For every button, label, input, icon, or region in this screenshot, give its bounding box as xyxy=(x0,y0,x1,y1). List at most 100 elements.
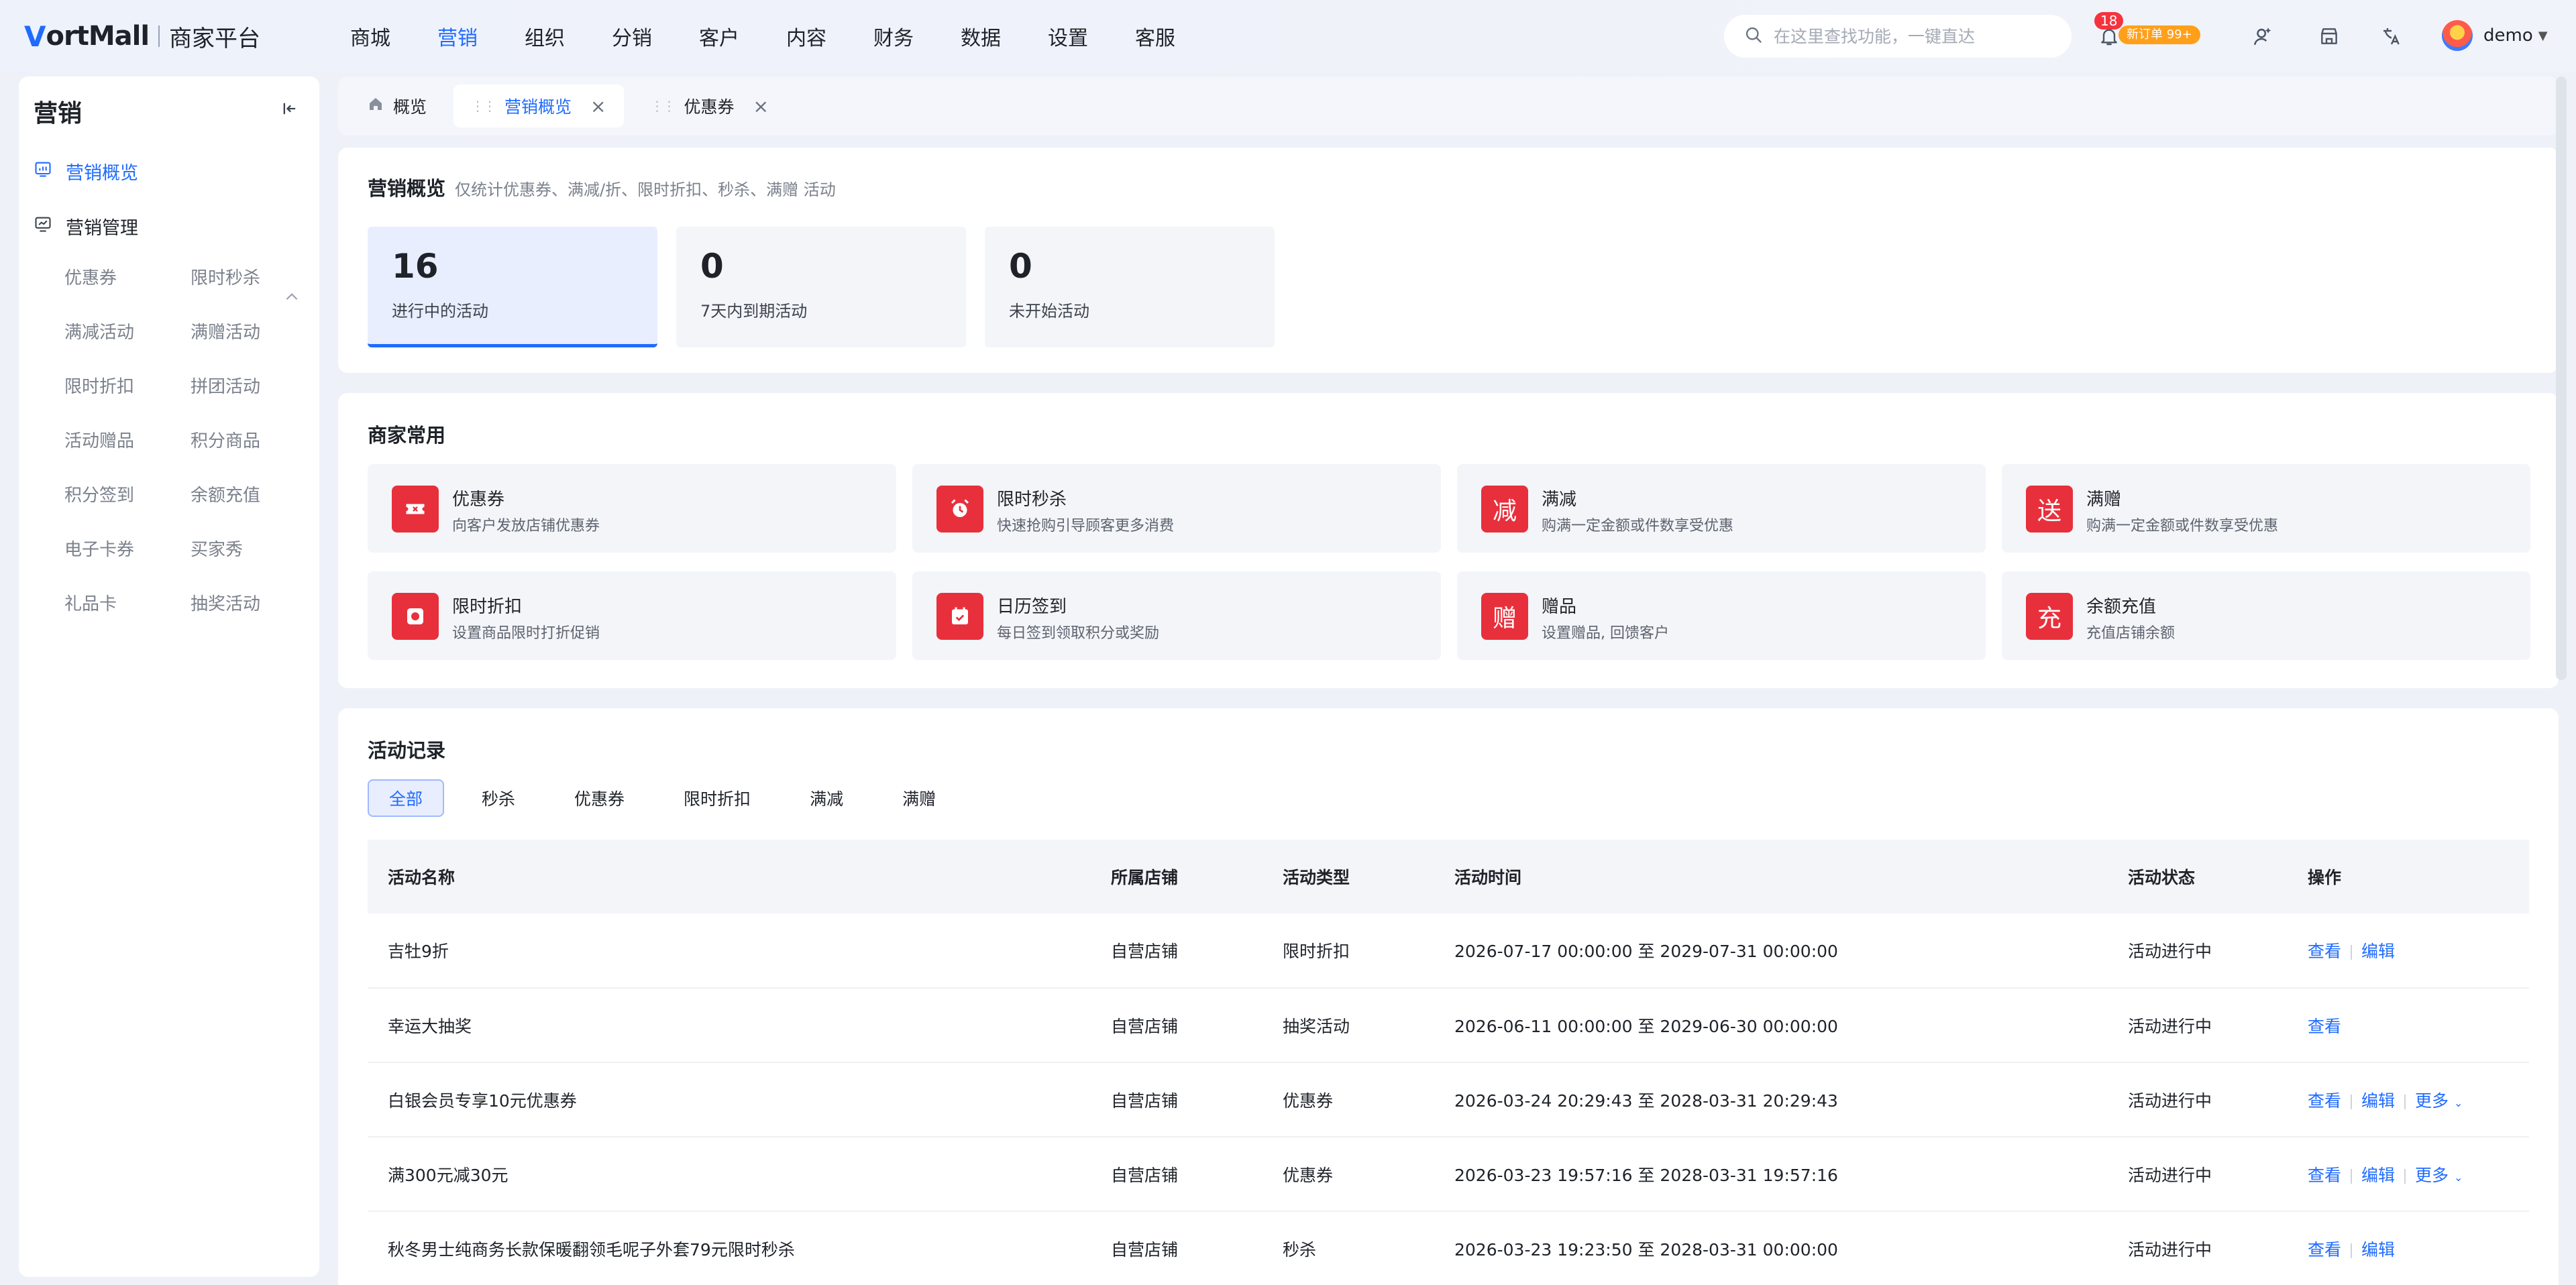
drag-handle-icon[interactable]: ⋮⋮ xyxy=(471,98,496,114)
nav-item-finance[interactable]: 财务 xyxy=(873,21,961,51)
brand-logo[interactable]: V ortMall 商家平台 xyxy=(24,20,319,53)
sidebar-item-label: 营销管理 xyxy=(66,218,138,239)
tool-name: 满减 xyxy=(1542,490,1577,510)
column-header-status: 活动状态 xyxy=(2108,840,2288,913)
sidebar-subitem-full-reduction[interactable]: 满减活动 xyxy=(64,319,134,343)
filter-all[interactable]: 全部 xyxy=(368,779,445,817)
page-scrollbar[interactable] xyxy=(2556,76,2567,680)
sidebar-subitem-event-gifts[interactable]: 活动赠品 xyxy=(64,427,134,452)
close-icon[interactable]: × xyxy=(753,95,769,117)
filter-flash-sale[interactable]: 秒杀 xyxy=(460,779,537,817)
cell-status: 活动进行中 xyxy=(2108,1137,2288,1212)
sidebar-group-marketing-management[interactable]: 营销管理 xyxy=(34,213,138,239)
search-input[interactable] xyxy=(1774,26,2042,46)
stat-expiring[interactable]: 0 7天内到期活动 xyxy=(676,227,966,347)
notification-count-badge[interactable]: 18 xyxy=(2094,12,2124,30)
cell-activity-name: 吉牡9折 xyxy=(368,913,1091,989)
sidebar-subitem-points-checkin[interactable]: 积分签到 xyxy=(64,482,134,506)
overview-subtitle: 仅统计优惠券、满减/折、限时折扣、秒杀、满赠 活动 xyxy=(455,180,836,199)
sidebar-subitem-balance-recharge[interactable]: 余额充值 xyxy=(191,482,260,506)
cell-activity-name: 秋冬男士纯商务长款保暖翻领毛呢子外套79元限时秒杀 xyxy=(368,1211,1091,1285)
collapse-sidebar-icon[interactable] xyxy=(280,99,299,121)
stat-not-started[interactable]: 0 未开始活动 xyxy=(985,227,1275,347)
sidebar-item-marketing-overview[interactable]: 营销概览 xyxy=(34,158,138,184)
cell-type: 秒杀 xyxy=(1263,1211,1434,1285)
nav-item-mall[interactable]: 商城 xyxy=(350,21,437,51)
gift-icon: 赠 xyxy=(1481,593,1528,640)
nav-item-organization[interactable]: 组织 xyxy=(525,21,612,51)
translate-icon[interactable] xyxy=(2378,23,2405,50)
sidebar-subitem-e-voucher[interactable]: 电子卡券 xyxy=(64,536,134,561)
sidebar-subitem-group-buy[interactable]: 拼团活动 xyxy=(191,373,260,398)
tab-label: 营销概览 xyxy=(504,97,572,117)
sidebar-subitem-gift-card[interactable]: 礼品卡 xyxy=(64,590,117,615)
nav-item-data[interactable]: 数据 xyxy=(961,21,1048,51)
sidebar-subitem-full-gift[interactable]: 满赠活动 xyxy=(191,319,260,343)
view-link[interactable]: 查看 xyxy=(2308,1017,2341,1036)
filter-coupon[interactable]: 优惠券 xyxy=(553,779,646,817)
nav-item-marketing[interactable]: 营销 xyxy=(437,21,525,51)
new-order-badge[interactable]: 新订单 99+ xyxy=(2118,25,2200,44)
column-header-name: 活动名称 xyxy=(368,840,1091,913)
edit-link[interactable]: 编辑 xyxy=(2361,1240,2395,1260)
view-link[interactable]: 查看 xyxy=(2308,1240,2341,1260)
nav-item-distribution[interactable]: 分销 xyxy=(612,21,699,51)
sidebar-subitem-limited-discount[interactable]: 限时折扣 xyxy=(64,373,134,398)
sidebar-subitem-coupon[interactable]: 优惠券 xyxy=(64,264,117,289)
logo-brand: ortMall xyxy=(46,21,150,52)
user-menu[interactable]: demo ▼ xyxy=(2442,20,2548,51)
tool-balance-recharge[interactable]: 充 余额充值 充值店铺余额 xyxy=(2002,571,2530,660)
tool-calendar-checkin[interactable]: 日历签到 每日签到领取积分或奖励 xyxy=(912,571,1441,660)
stat-ongoing[interactable]: 16 进行中的活动 xyxy=(368,227,657,347)
chevron-up-icon[interactable] xyxy=(283,288,301,309)
filter-full-gift[interactable]: 满赠 xyxy=(881,779,957,817)
edit-link[interactable]: 编辑 xyxy=(2361,1166,2395,1185)
tool-full-gift[interactable]: 送 满赠 购满一定金额或件数享受优惠 xyxy=(2002,464,2530,553)
view-link[interactable]: 查看 xyxy=(2308,1091,2341,1111)
cell-activity-name: 幸运大抽奖 xyxy=(368,988,1091,1063)
global-search[interactable] xyxy=(1724,15,2072,58)
edit-link[interactable]: 编辑 xyxy=(2361,1091,2395,1111)
sidebar-subitem-lottery[interactable]: 抽奖活动 xyxy=(191,590,260,615)
logo-mark: V xyxy=(24,19,46,53)
more-link[interactable]: 更多 ⌄ xyxy=(2415,1166,2463,1185)
tool-flash-sale[interactable]: 限时秒杀 快速抢购引导顾客更多消费 xyxy=(912,464,1441,553)
stat-value: 0 xyxy=(700,247,724,286)
store-icon[interactable] xyxy=(2316,23,2343,50)
tool-limited-discount[interactable]: 限时折扣 设置商品限时打折促销 xyxy=(368,571,896,660)
nav-item-settings[interactable]: 设置 xyxy=(1048,21,1135,51)
sidebar-subitem-points-goods[interactable]: 积分商品 xyxy=(191,427,260,452)
filter-full-reduction[interactable]: 满减 xyxy=(788,779,865,817)
edit-link[interactable]: 编辑 xyxy=(2361,942,2395,961)
tool-desc: 充值店铺余额 xyxy=(2086,625,2176,642)
view-link[interactable]: 查看 xyxy=(2308,1166,2341,1185)
more-link[interactable]: 更多 ⌄ xyxy=(2415,1091,2463,1111)
top-header: V ortMall 商家平台 商城 营销 组织 分销 客户 内容 财务 数据 设… xyxy=(0,0,2576,72)
drag-handle-icon[interactable]: ⋮⋮ xyxy=(651,98,676,114)
nav-item-customers[interactable]: 客户 xyxy=(699,21,786,51)
tool-coupon[interactable]: 优惠券 向客户发放店铺优惠券 xyxy=(368,464,896,553)
cell-store: 自营店铺 xyxy=(1091,1211,1263,1285)
discount-icon xyxy=(392,593,439,640)
sidebar-subitem-flash-sale[interactable]: 限时秒杀 xyxy=(191,264,260,289)
tab-overview[interactable]: 概览 xyxy=(350,85,444,127)
records-filter-tabs: 全部 秒杀 优惠券 限时折扣 满减 满赠 xyxy=(368,779,973,817)
tool-full-reduction[interactable]: 减 满减 购满一定金额或件数享受优惠 xyxy=(1457,464,1986,553)
view-link[interactable]: 查看 xyxy=(2308,942,2341,961)
cell-status: 活动进行中 xyxy=(2108,1062,2288,1137)
action-divider xyxy=(2351,1168,2353,1184)
tab-coupon[interactable]: ⋮⋮ 优惠券 × xyxy=(633,85,786,127)
sidebar-subitem-buyer-show[interactable]: 买家秀 xyxy=(191,536,243,561)
tab-marketing-overview[interactable]: ⋮⋮ 营销概览 × xyxy=(453,85,624,127)
filter-limited-discount[interactable]: 限时折扣 xyxy=(662,779,772,817)
ai-assistant-icon[interactable] xyxy=(2250,23,2277,50)
overview-title: 营销概览 仅统计优惠券、满减/折、限时折扣、秒杀、满赠 活动 xyxy=(368,173,836,201)
nav-item-content[interactable]: 内容 xyxy=(786,21,873,51)
nav-item-service[interactable]: 客服 xyxy=(1135,21,1222,51)
close-icon[interactable]: × xyxy=(590,95,606,117)
send-gift-icon: 送 xyxy=(2026,486,2073,533)
tab-label: 优惠券 xyxy=(684,97,735,117)
tool-gift[interactable]: 赠 赠品 设置赠品, 回馈客户 xyxy=(1457,571,1986,660)
tool-desc: 设置商品限时打折促销 xyxy=(452,625,600,642)
column-header-time: 活动时间 xyxy=(1434,840,2108,913)
